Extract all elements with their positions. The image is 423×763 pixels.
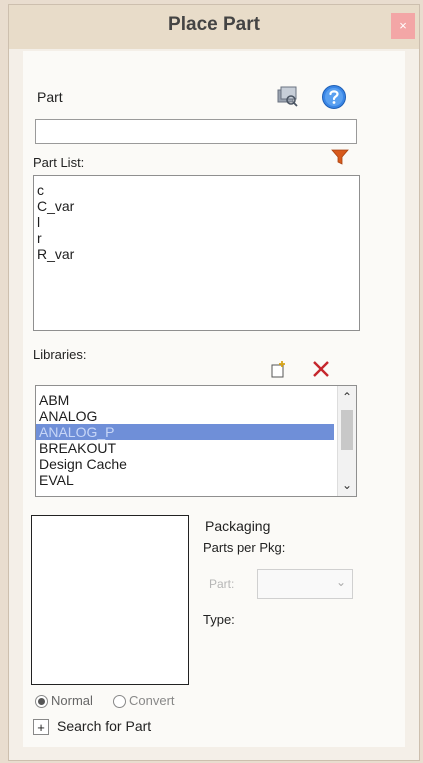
title-bar[interactable]: Place Part × <box>9 5 419 49</box>
parts-per-pkg-label: Parts per Pkg: <box>203 540 286 555</box>
part-list[interactable]: c C_var l r R_var <box>33 175 360 331</box>
list-item[interactable]: C_var <box>34 198 359 214</box>
list-item[interactable]: ABM <box>36 392 356 408</box>
normal-radio-label: Normal <box>51 693 93 708</box>
filter-icon[interactable] <box>331 149 349 170</box>
library-browser-icon[interactable] <box>275 85 299 112</box>
list-item[interactable]: BREAKOUT <box>36 440 356 456</box>
convert-radio[interactable]: Convert <box>113 693 175 709</box>
part-select[interactable]: ⌄ <box>257 569 353 599</box>
chevron-down-icon: ⌄ <box>335 575 346 589</box>
place-part-panel: Part Part List: c C_var l r R_var Librar… <box>23 51 405 747</box>
radio-icon <box>113 695 126 709</box>
radio-icon <box>35 695 48 709</box>
part-preview <box>31 515 189 685</box>
list-item[interactable]: ANALOG <box>36 408 356 424</box>
type-label: Type: <box>203 612 235 627</box>
list-item[interactable]: EVAL <box>36 472 356 488</box>
libraries-label: Libraries: <box>33 347 87 362</box>
libraries-scrollbar[interactable]: ⌃ ⌄ <box>337 386 356 496</box>
part-label: Part <box>37 89 63 105</box>
part-search-input[interactable] <box>35 119 357 144</box>
expand-search-button[interactable]: + <box>33 719 49 735</box>
list-item[interactable]: l <box>34 214 359 230</box>
window-title: Place Part <box>168 14 260 35</box>
place-part-window: Place Part × Part Part List: c C_var l r… <box>8 4 420 761</box>
part-select-label: Part: <box>209 577 235 591</box>
list-item[interactable]: R_var <box>34 246 359 262</box>
scrollbar-thumb[interactable] <box>341 410 353 450</box>
scroll-down-icon[interactable]: ⌄ <box>338 476 356 494</box>
list-item[interactable]: c <box>34 182 359 198</box>
part-list-label: Part List: <box>33 155 85 170</box>
list-item-selected[interactable]: ANALOG_P <box>36 424 334 440</box>
add-library-icon[interactable] <box>269 361 287 384</box>
scroll-up-icon[interactable]: ⌃ <box>338 388 356 406</box>
remove-library-icon[interactable] <box>311 359 331 384</box>
normal-radio[interactable]: Normal <box>35 693 93 709</box>
libraries-list[interactable]: ABM ANALOG ANALOG_P BREAKOUT Design Cach… <box>35 385 357 497</box>
list-item[interactable]: Design Cache <box>36 456 356 472</box>
help-icon[interactable] <box>321 84 347 115</box>
convert-radio-label: Convert <box>129 693 175 708</box>
list-item[interactable]: r <box>34 230 359 246</box>
close-button[interactable]: × <box>391 13 415 39</box>
packaging-title: Packaging <box>205 518 271 534</box>
search-for-part-label[interactable]: Search for Part <box>57 718 151 734</box>
